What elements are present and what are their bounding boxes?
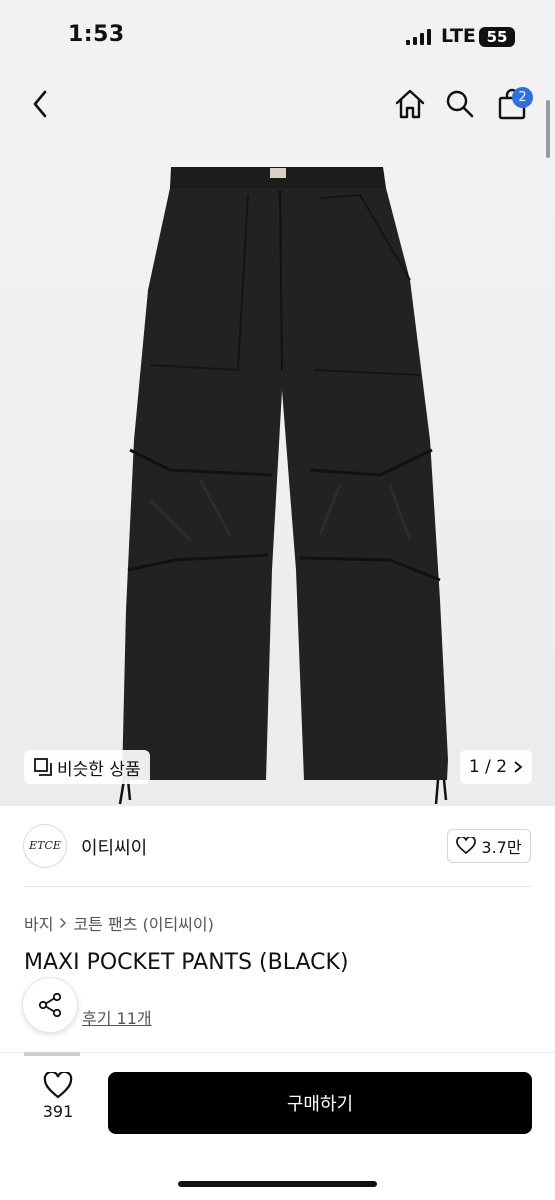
similar-products-button[interactable]: 비슷한 상품 — [24, 750, 150, 784]
buy-button-label: 구매하기 — [286, 1094, 354, 1115]
share-icon — [38, 992, 62, 1018]
cart-count-badge: 2 — [512, 87, 533, 108]
search-icon — [446, 90, 474, 118]
chevron-right-icon — [60, 917, 67, 929]
top-nav — [0, 70, 555, 140]
home-button[interactable] — [390, 84, 430, 124]
status-bar: 1:53 LTE 55 — [0, 0, 555, 70]
back-button[interactable] — [20, 84, 60, 124]
home-indicator[interactable] — [178, 1181, 377, 1187]
signal-icon — [406, 29, 431, 45]
divider — [0, 1052, 555, 1053]
buy-button[interactable]: 구매하기 — [108, 1072, 532, 1134]
network-label: LTE — [441, 25, 476, 47]
brand-logo-text: ETCE — [29, 839, 61, 852]
image-pager[interactable]: 1 / 2 — [460, 750, 532, 784]
product-image[interactable] — [0, 140, 555, 806]
brand-logo[interactable]: ETCE — [23, 824, 67, 868]
breadcrumb: 바지 코튼 팬츠 (이티씨이) — [24, 911, 214, 935]
breadcrumb-subcategory[interactable]: 코튼 팬츠 (이티씨이) — [73, 911, 213, 935]
heart-icon — [456, 837, 477, 855]
share-button[interactable] — [22, 977, 78, 1033]
product-photo — [118, 167, 448, 805]
copy-icon — [34, 758, 52, 776]
similar-products-label: 비슷한 상품 — [57, 759, 141, 780]
page-indicator: 1 / 2 — [468, 757, 508, 777]
heart-icon — [43, 1072, 73, 1099]
home-icon — [395, 89, 425, 119]
wishlist-button[interactable]: 391 — [30, 1072, 86, 1132]
battery-icon: 55 — [479, 27, 515, 47]
chevron-right-icon — [514, 761, 523, 773]
chevron-left-icon — [33, 90, 47, 118]
brand-name[interactable]: 이티씨이 — [81, 834, 147, 860]
status-time: 1:53 — [68, 22, 125, 47]
product-title: MAXI POCKET PANTS (BLACK) — [24, 950, 349, 975]
brand-like-button[interactable]: 3.7만 — [447, 829, 531, 863]
reviews-link[interactable]: 후기 11개 — [82, 1005, 152, 1029]
divider — [24, 886, 531, 887]
search-button[interactable] — [440, 84, 480, 124]
breadcrumb-category[interactable]: 바지 — [24, 911, 53, 935]
wishlist-count: 391 — [42, 1102, 74, 1121]
brand-like-count: 3.7만 — [481, 838, 522, 857]
scrollbar[interactable] — [546, 100, 550, 158]
